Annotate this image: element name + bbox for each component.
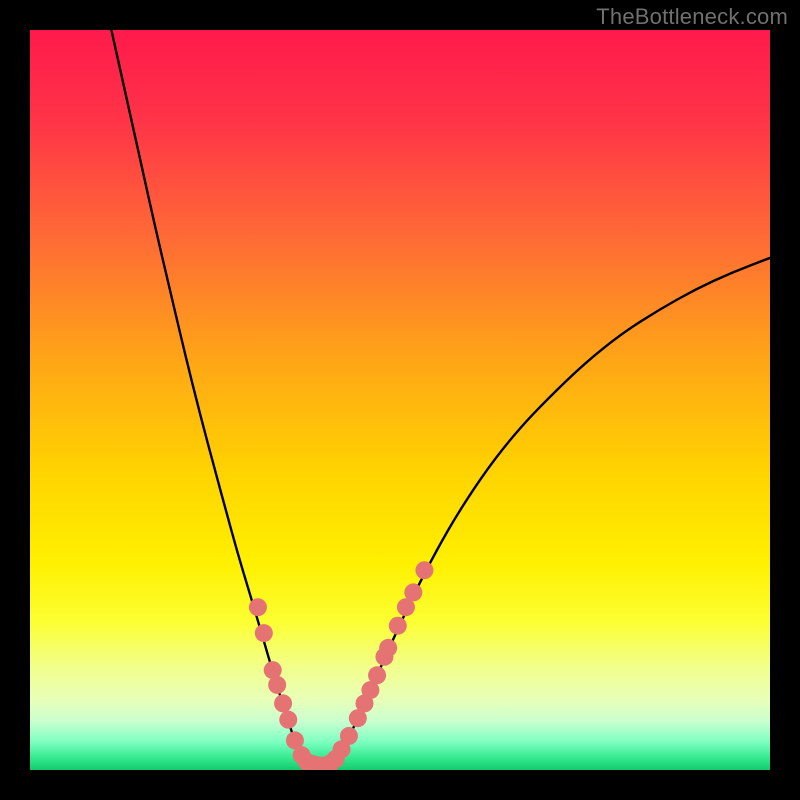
plot-area bbox=[30, 30, 770, 770]
watermark-text: TheBottleneck.com bbox=[596, 4, 788, 30]
curve-marker bbox=[249, 598, 267, 616]
curve-marker bbox=[274, 694, 292, 712]
curve-marker bbox=[404, 583, 422, 601]
curve-marker bbox=[268, 676, 286, 694]
curve-marker bbox=[340, 727, 358, 745]
bottleneck-curve-chart bbox=[30, 30, 770, 770]
curve-marker bbox=[389, 617, 407, 635]
gradient-background bbox=[30, 30, 770, 770]
curve-marker bbox=[415, 561, 433, 579]
curve-marker bbox=[279, 711, 297, 729]
curve-marker bbox=[255, 624, 273, 642]
outer-frame: TheBottleneck.com bbox=[0, 0, 800, 800]
curve-marker bbox=[368, 666, 386, 684]
curve-marker bbox=[379, 639, 397, 657]
